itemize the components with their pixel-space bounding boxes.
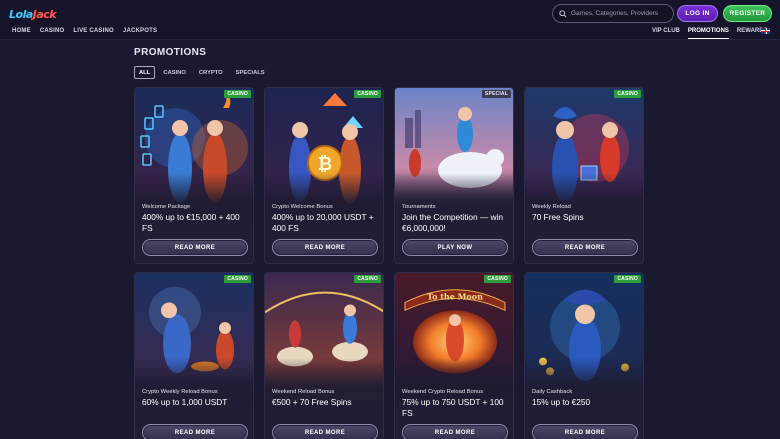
filter-casino[interactable]: CASINO [158, 66, 191, 79]
play-now-button[interactable]: PLAY NOW [402, 239, 508, 256]
read-more-button[interactable]: READ MORE [272, 239, 378, 256]
read-more-button[interactable]: READ MORE [142, 239, 248, 256]
promo-type: Tournaments [402, 204, 436, 210]
top-header: Lola Jack HOME CASINO LIVE CASINO JACKPOT… [0, 0, 780, 40]
filter-specials[interactable]: SPECIALS [231, 66, 270, 79]
promo-card[interactable]: CASINO Crypto Weekly Reload Bonus 60% up… [134, 272, 254, 439]
read-more-button[interactable]: READ MORE [272, 424, 378, 439]
promo-type: Crypto Welcome Bonus [272, 204, 333, 210]
promo-type: Weekly Reload [532, 204, 571, 210]
read-more-button[interactable]: READ MORE [532, 239, 638, 256]
svg-text:₿: ₿ [318, 154, 333, 175]
category-badge: CASINO [614, 90, 641, 98]
filter-all[interactable]: ALL [134, 66, 156, 79]
promo-card[interactable]: CASINO Daily Cashback 15% up to €250 REA… [524, 272, 644, 439]
page-title: PROMOTIONS [134, 47, 207, 58]
read-more-button[interactable]: READ MORE [402, 424, 508, 439]
promo-offer: 60% up to 1,000 USDT [142, 397, 228, 407]
nav-vip-club[interactable]: VIP CLUB [652, 28, 680, 34]
category-badge: CASINO [224, 275, 251, 283]
category-badge: CASINO [224, 90, 251, 98]
secondary-nav: VIP CLUB PROMOTIONS REWARDS [652, 28, 768, 39]
category-badge: SPECIAL [481, 90, 511, 98]
nav-promotions[interactable]: PROMOTIONS [687, 28, 729, 39]
nav-casino[interactable]: CASINO [40, 28, 65, 34]
promo-offer: 15% up to €250 [532, 397, 591, 407]
main-nav: HOME CASINO LIVE CASINO JACKPOTS [12, 28, 157, 34]
category-badge: CASINO [484, 275, 511, 283]
promo-card[interactable]: CASINO Weekend Reload Bonus €500 + 70 Fr… [264, 272, 384, 439]
promo-card[interactable]: CASINO Welcome Package 400% up to €15,00… [134, 87, 254, 264]
category-badge: CASINO [614, 275, 641, 283]
search-icon [559, 9, 567, 18]
promo-type: Daily Cashback [532, 389, 573, 395]
promo-card[interactable]: ₿ CASINO Crypto Welcome Bonus 400% up to… [264, 87, 384, 264]
read-more-button[interactable]: READ MORE [532, 424, 638, 439]
search-box[interactable] [552, 4, 674, 23]
search-input[interactable] [571, 10, 671, 17]
promo-filters: ALL CASINO CRYPTO SPECIALS [134, 66, 270, 79]
promo-type: Weekend Reload Bonus [272, 389, 335, 395]
promo-offer: 400% up to 20,000 USDT + 400 FS [272, 212, 374, 233]
promo-type: Crypto Weekly Reload Bonus [142, 389, 218, 395]
login-button[interactable]: LOG IN [677, 5, 718, 22]
promo-type: Weekend Crypto Reload Bonus [402, 389, 484, 395]
filter-crypto[interactable]: CRYPTO [194, 66, 228, 79]
promo-card[interactable]: SPECIAL Tournaments Join the Competition… [394, 87, 514, 264]
nav-home[interactable]: HOME [12, 28, 31, 34]
promo-offer: €500 + 70 Free Spins [272, 397, 352, 407]
promo-card[interactable]: To the Moon CASINO Weekend Crypto Reload… [394, 272, 514, 439]
uk-flag-icon[interactable] [761, 28, 770, 34]
register-button[interactable]: REGISTER [723, 5, 772, 22]
promo-offer: 400% up to €15,000 + 400 FS [142, 212, 240, 233]
nav-live-casino[interactable]: LIVE CASINO [73, 28, 114, 34]
promo-card[interactable]: CASINO Weekly Reload 70 Free Spins READ … [524, 87, 644, 264]
category-badge: CASINO [354, 90, 381, 98]
promo-offer: Join the Competition — win €6,000,000! [402, 212, 503, 233]
nav-jackpots[interactable]: JACKPOTS [123, 28, 157, 34]
read-more-button[interactable]: READ MORE [142, 424, 248, 439]
promo-offer: 75% up to 750 USDT + 100 FS [402, 397, 504, 418]
lolajack-logo[interactable]: Lola Jack [9, 5, 57, 23]
promo-type: Welcome Package [142, 204, 191, 210]
promo-offer: 70 Free Spins [532, 212, 584, 222]
svg-text:To the Moon: To the Moon [427, 293, 483, 302]
category-badge: CASINO [354, 275, 381, 283]
